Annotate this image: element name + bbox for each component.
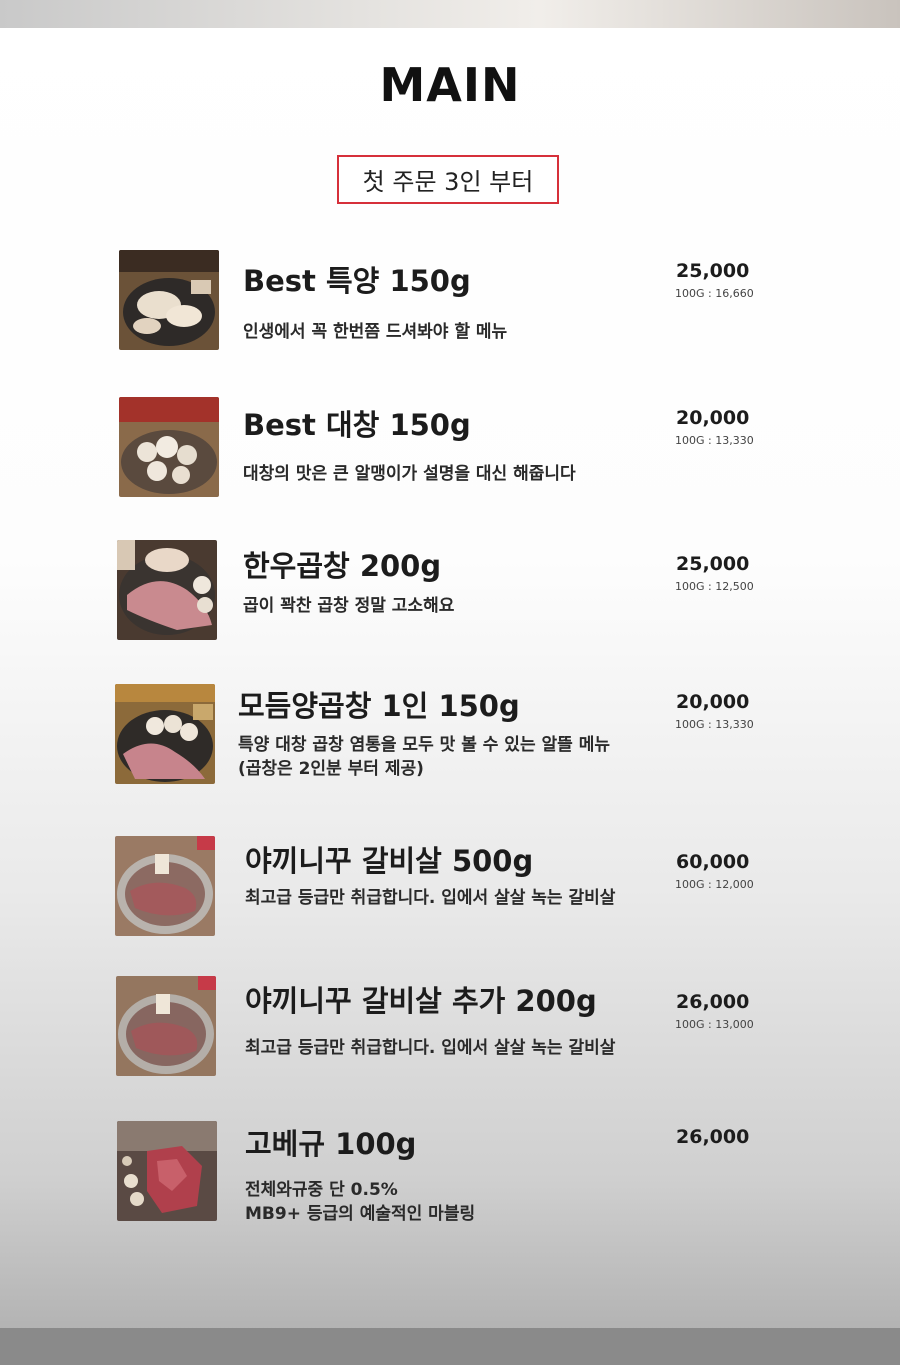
menu-item: Best 특양 150g 인생에서 꼭 한번쯤 드셔봐야 할 메뉴 25,000… xyxy=(0,250,900,360)
menu-item: 모듬양곱창 1인 150g 특양 대창 곱창 염통을 모두 맛 볼 수 있는 알… xyxy=(0,683,900,793)
menu-item-name: 야끼니꾸 갈비살 500g xyxy=(245,844,534,878)
menu-item-description: (곱창은 2인분 부터 제공) xyxy=(238,759,424,779)
menu-item: 고베규 100g 전체와규중 단 0.5% MB9+ 등급의 예술적인 마블링 … xyxy=(0,1121,900,1231)
menu-item-description: 전체와규중 단 0.5% xyxy=(245,1180,398,1200)
menu-item-price: 60,000 xyxy=(676,851,750,873)
menu-item-price: 20,000 xyxy=(676,407,750,429)
menu-item-photo xyxy=(115,684,215,784)
menu-item-name: Best 특양 150g xyxy=(243,264,471,298)
menu-item-price-per-100g: 100G : 12,500 xyxy=(675,580,754,593)
menu-item-description: 곱이 꽉찬 곱창 정말 고소해요 xyxy=(243,596,455,616)
menu-item-photo xyxy=(117,540,217,640)
menu-item-price-per-100g: 100G : 12,000 xyxy=(675,878,754,891)
menu-item-price-per-100g: 100G : 13,000 xyxy=(675,1018,754,1031)
menu-item: Best 대창 150g 대창의 맛은 큰 알맹이가 설명을 대신 해줍니다 2… xyxy=(0,397,900,507)
menu-item-description: 대창의 맛은 큰 알맹이가 설명을 대신 해줍니다 xyxy=(243,464,576,484)
top-strip xyxy=(0,0,900,28)
menu-item-description: MB9+ 등급의 예술적인 마블링 xyxy=(245,1204,476,1224)
menu-item: 야끼니꾸 갈비살 추가 200g 최고급 등급만 취급합니다. 입에서 살살 녹… xyxy=(0,975,900,1085)
menu-item-description: 인생에서 꼭 한번쯤 드셔봐야 할 메뉴 xyxy=(243,322,508,342)
menu-item-description: 최고급 등급만 취급합니다. 입에서 살살 녹는 갈비살 xyxy=(245,1038,616,1058)
menu-item-price: 20,000 xyxy=(676,691,750,713)
menu-item-name: Best 대창 150g xyxy=(243,408,471,442)
menu-item-photo xyxy=(119,397,219,497)
menu-item: 야끼니꾸 갈비살 500g 최고급 등급만 취급합니다. 입에서 살살 녹는 갈… xyxy=(0,835,900,945)
menu-item-price-per-100g: 100G : 16,660 xyxy=(675,287,754,300)
menu-item-description: 특양 대창 곱창 염통을 모두 맛 볼 수 있는 알뜰 메뉴 xyxy=(238,735,610,755)
menu-item-price-per-100g: 100G : 13,330 xyxy=(675,718,754,731)
menu-item-photo xyxy=(115,836,215,936)
menu-item-price: 25,000 xyxy=(676,260,750,282)
menu-item-name: 한우곱창 200g xyxy=(243,549,442,583)
menu-item-price: 25,000 xyxy=(676,553,750,575)
menu-item-photo xyxy=(119,250,219,350)
menu-item-price: 26,000 xyxy=(676,991,750,1013)
menu-item-name: 고베규 100g xyxy=(245,1127,417,1161)
menu-item: 한우곱창 200g 곱이 꽉찬 곱창 정말 고소해요 25,000 100G :… xyxy=(0,540,900,650)
menu-item-name: 야끼니꾸 갈비살 추가 200g xyxy=(245,984,597,1018)
menu-item-price: 26,000 xyxy=(676,1126,750,1148)
menu-item-description: 최고급 등급만 취급합니다. 입에서 살살 녹는 갈비살 xyxy=(245,888,616,908)
menu-item-price-per-100g: 100G : 13,330 xyxy=(675,434,754,447)
bottom-strip xyxy=(0,1328,900,1365)
menu-item-name: 모듬양곱창 1인 150g xyxy=(238,689,520,723)
menu-item-photo xyxy=(117,1121,217,1221)
order-notice-box: 첫 주문 3인 부터 xyxy=(337,155,559,204)
page-title: MAIN xyxy=(379,58,521,112)
menu-item-photo xyxy=(116,976,216,1076)
